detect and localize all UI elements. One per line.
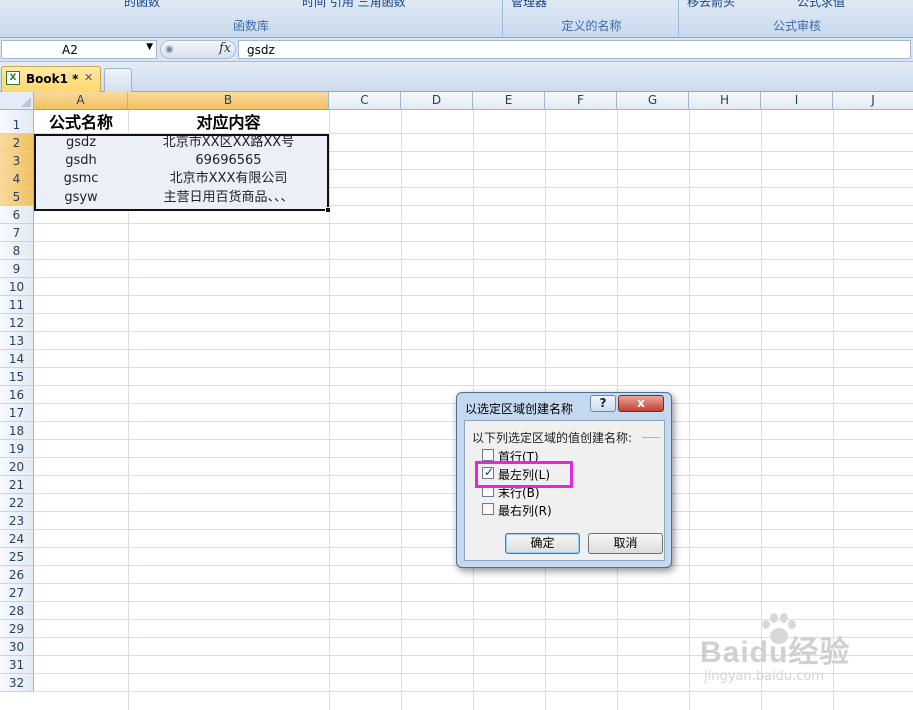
cancel-button[interactable]: 取消 xyxy=(588,533,663,554)
row-header[interactable]: 6 xyxy=(0,206,34,224)
checkbox-box[interactable] xyxy=(482,449,494,461)
row-header[interactable]: 23 xyxy=(0,512,34,530)
ribbon: 的函数 时间 引用 三角函数 函数库 管理器 定义的名称 移去箭头 公式求值 公… xyxy=(0,0,913,38)
ribbon-cut-text[interactable]: 的函数 xyxy=(124,0,160,10)
workbook-tab-book1[interactable]: X Book1 * ✕ xyxy=(1,66,101,92)
row-header[interactable]: 5 xyxy=(0,188,34,206)
row-header[interactable]: 9 xyxy=(0,260,34,278)
row-header[interactable]: 28 xyxy=(0,602,34,620)
row-header[interactable]: 15 xyxy=(0,368,34,386)
checkbox-box[interactable] xyxy=(482,503,494,515)
row-header[interactable]: 29 xyxy=(0,620,34,638)
ribbon-group-label: 定义的名称 xyxy=(561,19,622,33)
column-header-c[interactable]: C xyxy=(329,92,401,110)
create-names-dialog: 以选定区域创建名称 ? x 以下列选定区域的值创建名称: 首行(T) ✓ 最左列… xyxy=(456,392,672,568)
row-header[interactable]: 22 xyxy=(0,494,34,512)
column-header-j[interactable]: J xyxy=(833,92,913,110)
row-header[interactable]: 7 xyxy=(0,224,34,242)
row-header[interactable]: 31 xyxy=(0,656,34,674)
row-header[interactable]: 30 xyxy=(0,638,34,656)
column-header-b[interactable]: B xyxy=(128,92,329,110)
workbook-tab-label: Book1 * xyxy=(26,72,79,86)
dialog-title: 以选定区域创建名称 xyxy=(465,402,574,416)
row-header[interactable]: 24 xyxy=(0,530,34,548)
row-header[interactable]: 20 xyxy=(0,458,34,476)
row-header[interactable]: 27 xyxy=(0,584,34,602)
row-header[interactable]: 11 xyxy=(0,296,34,314)
row-header[interactable]: 32 xyxy=(0,674,34,692)
column-header-d[interactable]: D xyxy=(401,92,473,110)
column-header-f[interactable]: F xyxy=(545,92,617,110)
name-box[interactable]: A2 ▼ xyxy=(1,40,157,59)
help-button[interactable]: ? xyxy=(590,395,616,412)
formula-controls: ◉ fx xyxy=(160,40,236,59)
row-header[interactable]: 13 xyxy=(0,332,34,350)
watermark-brand: Baidu经验 xyxy=(700,636,851,669)
row-header[interactable]: 4 xyxy=(0,170,34,188)
ribbon-cut-text[interactable]: 管理器 xyxy=(511,0,547,10)
fill-handle[interactable] xyxy=(325,207,331,213)
ribbon-group-defined-names: 管理器 定义的名称 xyxy=(505,0,679,36)
ribbon-group-label: 公式审核 xyxy=(772,19,821,33)
row-header[interactable]: 3 xyxy=(0,152,34,170)
column-header-a[interactable]: A xyxy=(34,92,128,110)
column-header-i[interactable]: I xyxy=(761,92,833,110)
selected-range-border xyxy=(34,134,329,211)
name-box-value: A2 xyxy=(62,43,78,57)
row-header[interactable]: 19 xyxy=(0,440,34,458)
row-header[interactable]: 10 xyxy=(0,278,34,296)
new-workbook-tab[interactable] xyxy=(104,68,132,92)
row-header[interactable]: 14 xyxy=(0,350,34,368)
row-header[interactable]: 18 xyxy=(0,422,34,440)
column-header-g[interactable]: G xyxy=(617,92,689,110)
options-group-label: 以下列选定区域的值创建名称: xyxy=(472,431,633,445)
row-header[interactable]: 21 xyxy=(0,476,34,494)
column-header-e[interactable]: E xyxy=(473,92,545,110)
ribbon-group-label: 函数库 xyxy=(232,19,269,33)
resize-handle-icon[interactable]: ◉ xyxy=(165,44,174,55)
row-header[interactable]: 17 xyxy=(0,404,34,422)
formula-input[interactable]: gsdz xyxy=(238,40,911,59)
row-header[interactable]: 12 xyxy=(0,314,34,332)
ribbon-group-function-library: 的函数 时间 引用 三角函数 函数库 xyxy=(0,0,503,36)
row-header[interactable]: 25 xyxy=(0,548,34,566)
row-header[interactable]: 16 xyxy=(0,386,34,404)
dropdown-arrow-icon[interactable]: ▼ xyxy=(146,42,153,52)
ribbon-cut-text[interactable]: 公式求值 xyxy=(797,0,845,10)
excel-file-icon: X xyxy=(6,71,20,85)
workbook-tab-bar: X Book1 * ✕ xyxy=(0,62,913,92)
ribbon-cut-text[interactable]: 移去箭头 xyxy=(687,0,735,10)
ok-button[interactable]: 确定 xyxy=(505,533,580,554)
column-header-h[interactable]: H xyxy=(689,92,761,110)
ribbon-cut-text[interactable]: 时间 引用 三角函数 xyxy=(302,0,406,10)
insert-function-icon[interactable]: fx xyxy=(219,41,231,56)
formula-bar: A2 ▼ ◉ fx gsdz xyxy=(0,38,913,62)
close-button[interactable]: x xyxy=(618,395,664,412)
checkbox-label: 最右列(R) xyxy=(498,504,552,518)
cell-a1[interactable]: 公式名称 xyxy=(34,114,128,132)
row-header[interactable]: 8 xyxy=(0,242,34,260)
annotation-highlight-box xyxy=(475,461,573,488)
group-divider xyxy=(642,437,660,438)
close-icon[interactable]: ✕ xyxy=(84,71,93,84)
cell-b1[interactable]: 对应内容 xyxy=(128,114,329,132)
select-all-corner[interactable] xyxy=(0,92,34,110)
row-header[interactable]: 2 xyxy=(0,134,34,152)
watermark-url: jingyan.baidu.com xyxy=(704,669,824,684)
dialog-body: 以下列选定区域的值创建名称: 首行(T) ✓ 最左列(L) 末行(B) 最右列(… xyxy=(464,420,665,561)
row-header[interactable]: 26 xyxy=(0,566,34,584)
row-header[interactable]: 1 xyxy=(0,110,34,134)
ribbon-group-formula-auditing: 移去箭头 公式求值 公式审核 xyxy=(681,0,913,36)
formula-value: gsdz xyxy=(247,43,275,57)
